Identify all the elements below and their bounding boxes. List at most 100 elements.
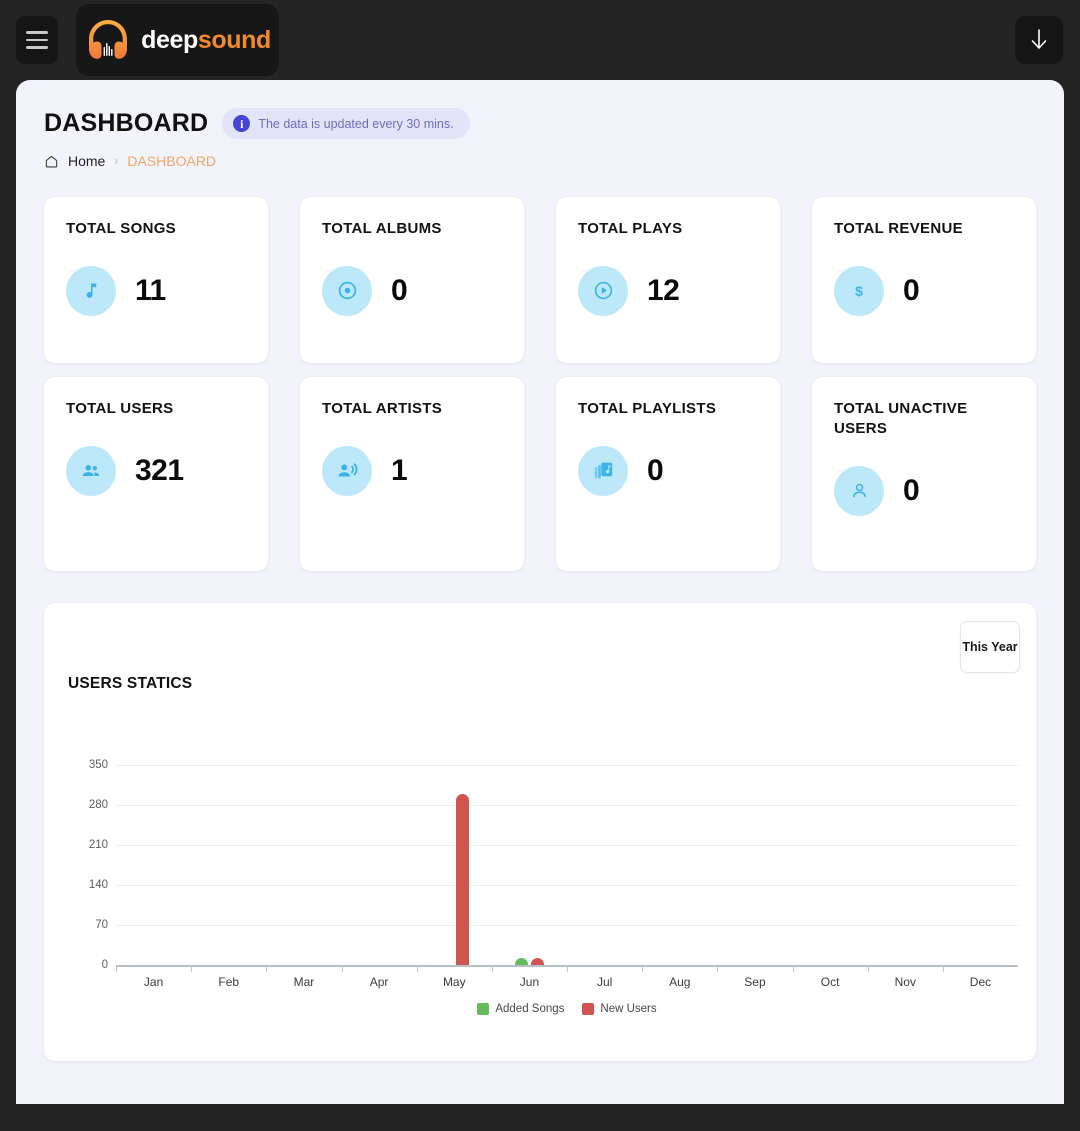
arrow-down-icon [1031, 29, 1047, 49]
stat-body: 0 [578, 445, 758, 496]
chart-plot-area: 0 70 140 210 280 350 Jan Feb Mar Apr May Jun Jul Aug… [68, 759, 1018, 1015]
page-title: DASHBOARD [44, 109, 209, 137]
y-axis-tick-label: 350 [88, 759, 108, 771]
stat-body: 1 [322, 445, 502, 496]
stat-label: TOTAL PLAYS [578, 220, 683, 237]
y-axis-tick-label: 210 [88, 839, 108, 851]
hamburger-icon-line [26, 31, 48, 34]
chart-bar[interactable] [514, 958, 528, 965]
chart-month-group [191, 765, 266, 972]
chart-legend: Added Songs New Users [116, 1003, 1018, 1015]
stat-card-total-unactive-users[interactable]: TOTAL UNACTIVE USERS 0 [812, 377, 1036, 571]
legend-swatch [582, 1003, 595, 1015]
stat-label: TOTAL USERS [66, 400, 174, 417]
chart-month-group [416, 765, 492, 972]
home-icon [45, 155, 58, 167]
stat-body: 0 [834, 465, 1014, 516]
stat-value: 11 [135, 273, 166, 307]
chart-month-group [116, 765, 191, 972]
info-circle-icon: i [233, 115, 251, 132]
headphones-icon [89, 20, 128, 59]
music-note-icon [66, 265, 116, 316]
users-statistics-card: This Year USERS STATICS 0 70 140 210 280 350 … [44, 603, 1036, 1061]
y-axis-tick-label: 70 [95, 919, 108, 931]
stat-value: 0 [903, 473, 920, 507]
stat-card-total-albums[interactable]: TOTAL ALBUMS 0 [300, 197, 524, 363]
stat-label: TOTAL ARTISTS [322, 400, 443, 417]
top-bar: deepsound [0, 0, 1080, 80]
chart-bar[interactable] [455, 793, 469, 965]
chart-month-group [867, 765, 943, 972]
svg-text:$: $ [855, 284, 863, 300]
users-group-icon [66, 445, 116, 496]
chart-month-group [942, 765, 1018, 972]
dollar-sign-icon: $ [834, 265, 884, 316]
stat-body: 321 [66, 445, 246, 496]
x-axis-tick-label: Jun [519, 975, 540, 989]
stat-card-total-artists[interactable]: TOTAL ARTISTS 1 [300, 377, 524, 571]
x-axis-tick-label: Feb [218, 975, 240, 989]
stat-body: 0 [322, 265, 502, 316]
y-axis-tick-label: 280 [88, 799, 108, 811]
stat-label: TOTAL SONGS [66, 220, 176, 237]
chart-month-group [792, 765, 868, 972]
stat-label: TOTAL PLAYLISTS [578, 400, 717, 417]
chart-month-group [341, 765, 417, 972]
chart-month-group [567, 765, 642, 972]
chart-bar[interactable] [530, 958, 544, 965]
stat-card-total-users[interactable]: TOTAL USERS 321 [44, 377, 268, 571]
legend-swatch [477, 1003, 490, 1015]
y-axis-tick-label: 140 [88, 879, 108, 891]
stat-body: 11 [66, 265, 246, 316]
legend-label: Added Songs [495, 1003, 565, 1015]
chart-bars [116, 765, 1018, 972]
logo-wordmark: deepsound [141, 26, 271, 55]
stat-card-total-revenue[interactable]: TOTAL REVENUE $ 0 [812, 197, 1036, 363]
legend-item[interactable]: Added Songs [477, 1003, 564, 1015]
x-axis-tick-label: Dec [969, 975, 992, 989]
x-axis-tick-label: Jul [596, 975, 613, 989]
stat-card-total-plays[interactable]: TOTAL PLAYS 12 [556, 197, 780, 363]
stat-card-total-playlists[interactable]: TOTAL PLAYLISTS 0 [556, 377, 780, 571]
breadcrumb-separator: › [114, 154, 119, 168]
x-axis-tick-label: Apr [369, 975, 389, 989]
x-axis-tick-label: Oct [820, 975, 840, 989]
stat-card-total-songs[interactable]: TOTAL SONGS 11 [44, 197, 268, 363]
page-header: DASHBOARD i The data is updated every 30… [44, 108, 1036, 139]
chart-title: USERS STATICS [68, 675, 193, 692]
stat-label: TOTAL UNACTIVE USERS [834, 400, 968, 437]
x-axis-tick-label: Nov [894, 975, 916, 989]
stat-value: 0 [903, 273, 920, 307]
download-button[interactable] [1015, 16, 1063, 64]
breadcrumb-current: DASHBOARD [127, 153, 217, 169]
stat-value: 0 [647, 453, 664, 487]
y-axis-labels: 0 70 140 210 280 350 [68, 759, 108, 971]
stat-body: $ 0 [834, 265, 1014, 316]
breadcrumb-home-link[interactable]: Home [68, 153, 105, 169]
user-outline-icon [834, 465, 884, 516]
album-disc-icon [322, 265, 372, 316]
stat-value: 321 [135, 453, 184, 487]
artist-voice-icon [322, 445, 372, 496]
play-circle-icon [578, 265, 628, 316]
stat-body: 12 [578, 265, 758, 316]
stat-value: 0 [391, 273, 408, 307]
x-axis-line [116, 965, 1018, 967]
app-logo[interactable]: deepsound [76, 4, 279, 76]
data-refresh-text: The data is updated every 30 mins. [258, 116, 454, 131]
chart-month-group [642, 765, 717, 972]
x-axis-tick-label: Sep [744, 975, 766, 989]
data-refresh-badge: i The data is updated every 30 mins. [222, 108, 470, 139]
y-axis-tick-label: 0 [101, 959, 108, 971]
stat-value: 12 [647, 273, 680, 307]
legend-item[interactable]: New Users [582, 1003, 657, 1015]
stat-label: TOTAL REVENUE [834, 220, 963, 237]
hamburger-icon-line [26, 46, 48, 49]
library-music-icon [578, 445, 628, 496]
hamburger-menu-button[interactable] [16, 16, 58, 64]
time-range-button[interactable]: This Year [960, 621, 1020, 673]
chart-month-group [266, 765, 341, 972]
x-axis-labels: Jan Feb Mar Apr May Jun Jul Aug Sep Oct Nov Dec [116, 975, 1018, 989]
stat-value: 1 [391, 453, 408, 487]
chart-month-group [717, 765, 792, 972]
